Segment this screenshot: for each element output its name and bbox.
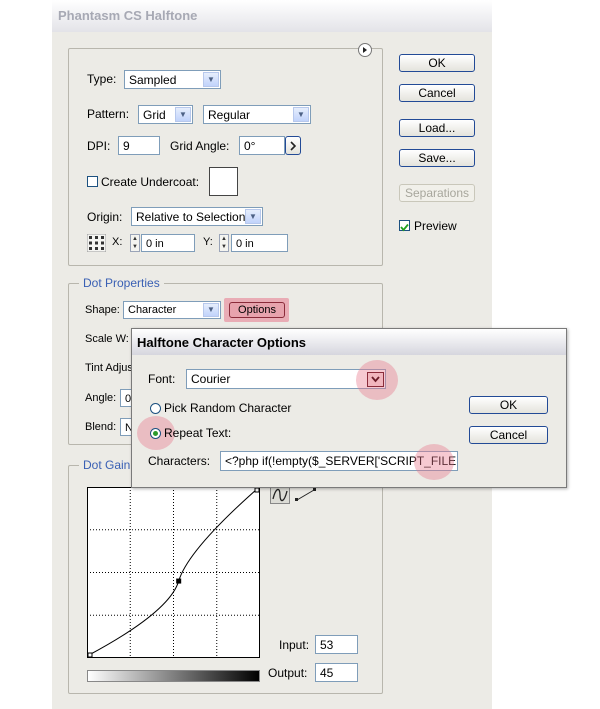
create-undercoat-label: Create Undercoat: bbox=[101, 175, 200, 189]
checkmark-icon bbox=[400, 223, 409, 232]
grid-angle-field[interactable]: 0° bbox=[239, 136, 285, 155]
undercoat-color-swatch[interactable] bbox=[209, 167, 238, 196]
flyout-menu-button[interactable] bbox=[358, 43, 372, 57]
x-stepper[interactable]: ▲ ▼ bbox=[130, 234, 140, 252]
output-field[interactable]: 45 bbox=[315, 663, 358, 682]
curve-tool-icon bbox=[272, 488, 288, 502]
dpi-field[interactable]: 9 bbox=[118, 136, 160, 155]
output-label: Output: bbox=[268, 666, 308, 680]
input-label: Input: bbox=[279, 638, 310, 652]
play-arrow-icon bbox=[363, 47, 367, 53]
pick-random-radio[interactable] bbox=[150, 403, 161, 414]
curve-endpoint bbox=[254, 487, 260, 493]
repeat-text-radio[interactable] bbox=[150, 428, 161, 439]
smooth-curve-tool[interactable] bbox=[270, 486, 290, 504]
font-dropdown-button[interactable] bbox=[367, 372, 384, 387]
pattern-value: Grid bbox=[143, 108, 166, 122]
input-field[interactable]: 53 bbox=[315, 635, 358, 654]
create-undercoat-checkbox[interactable] bbox=[87, 176, 98, 187]
arrow-right-icon bbox=[290, 141, 297, 151]
shape-select[interactable]: Character ▼ bbox=[123, 301, 221, 319]
character-cancel-button[interactable]: Cancel bbox=[469, 426, 548, 444]
chevron-down-icon: ▼ bbox=[203, 72, 219, 87]
pattern-style-select[interactable]: Regular ▼ bbox=[203, 105, 311, 124]
reference-point-icon[interactable] bbox=[87, 234, 106, 252]
scale-label: Scale W: bbox=[85, 333, 129, 345]
font-label: Font: bbox=[148, 372, 176, 386]
separations-button[interactable]: Separations bbox=[399, 184, 475, 202]
dot-gain-curve-graph[interactable] bbox=[87, 487, 260, 658]
grid-angle-stepper[interactable] bbox=[285, 136, 301, 155]
character-options-titlebar: Halftone Character Options bbox=[132, 329, 566, 355]
pattern-select[interactable]: Grid ▼ bbox=[138, 105, 193, 124]
type-value: Sampled bbox=[129, 73, 177, 87]
characters-label: Characters: bbox=[148, 454, 211, 468]
y-label: Y: bbox=[203, 236, 213, 248]
y-field[interactable]: 0 in bbox=[231, 234, 288, 252]
x-field[interactable]: 0 in bbox=[141, 234, 195, 252]
load-button[interactable]: Load... bbox=[399, 119, 475, 137]
dot-properties-title: Dot Properties bbox=[79, 276, 164, 290]
y-stepper[interactable]: ▲ ▼ bbox=[219, 234, 229, 252]
chevron-down-icon: ▼ bbox=[175, 107, 191, 122]
type-label: Type: bbox=[87, 72, 117, 86]
repeat-text-label: Repeat Text: bbox=[164, 426, 232, 440]
pattern-style-value: Regular bbox=[208, 108, 251, 122]
chevron-down-icon bbox=[371, 376, 380, 383]
ok-button[interactable]: OK bbox=[399, 54, 475, 72]
x-label: X: bbox=[112, 236, 123, 248]
shape-label: Shape: bbox=[85, 304, 120, 316]
dot-gain-title: Dot Gain bbox=[79, 458, 135, 472]
curve-endpoint bbox=[87, 652, 93, 658]
shape-value: Character bbox=[128, 304, 177, 316]
font-value: Courier bbox=[191, 372, 231, 386]
pick-random-label: Pick Random Character bbox=[164, 401, 292, 415]
radio-dot-icon bbox=[153, 431, 158, 436]
character-ok-button[interactable]: OK bbox=[469, 396, 548, 414]
cancel-button[interactable]: Cancel bbox=[399, 84, 475, 102]
characters-end-highlight bbox=[414, 444, 454, 480]
save-button[interactable]: Save... bbox=[399, 149, 475, 167]
dpi-label: DPI: bbox=[87, 139, 111, 153]
window-titlebar: Phantasm CS Halftone bbox=[52, 0, 492, 32]
character-options-title: Halftone Character Options bbox=[137, 335, 307, 350]
origin-select[interactable]: Relative to Selection ▼ bbox=[131, 207, 263, 226]
curve-control-point bbox=[176, 578, 182, 584]
chevron-down-icon: ▼ bbox=[245, 209, 261, 224]
type-select[interactable]: Sampled ▼ bbox=[124, 70, 221, 89]
angle-label: Angle: bbox=[85, 392, 117, 404]
blend-label: Blend: bbox=[85, 421, 117, 433]
chevron-down-icon: ▼ bbox=[203, 303, 219, 317]
preview-label: Preview bbox=[414, 219, 457, 233]
gradient-ramp bbox=[87, 670, 260, 682]
grid-angle-label: Grid Angle: bbox=[170, 139, 230, 153]
preview-checkbox[interactable] bbox=[399, 220, 410, 232]
pattern-label: Pattern: bbox=[87, 107, 130, 121]
line-tool-icon[interactable] bbox=[294, 486, 318, 504]
origin-label: Origin: bbox=[87, 210, 123, 224]
window-title: Phantasm CS Halftone bbox=[58, 8, 198, 23]
chevron-down-icon: ▼ bbox=[293, 107, 309, 122]
tint-adjust-label: Tint Adjus bbox=[85, 362, 133, 374]
origin-value: Relative to Selection bbox=[136, 210, 246, 224]
options-button[interactable]: Options bbox=[229, 302, 285, 318]
